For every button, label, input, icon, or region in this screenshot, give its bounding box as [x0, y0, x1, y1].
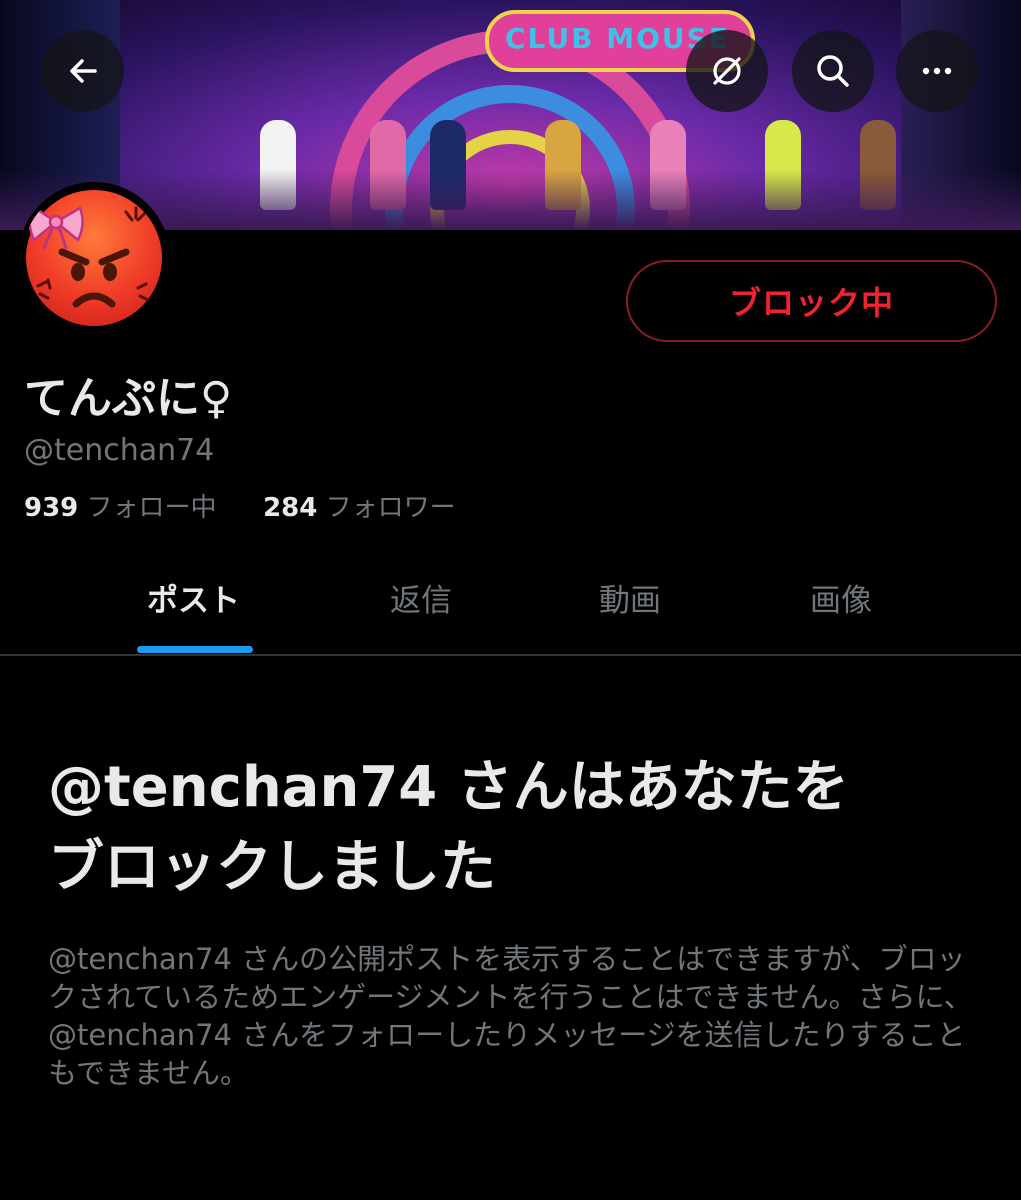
bow-icon: [26, 200, 86, 254]
back-button[interactable]: [42, 30, 124, 112]
grok-button[interactable]: [686, 30, 768, 112]
following-label: フォロー中: [86, 493, 217, 523]
more-button[interactable]: [896, 30, 978, 112]
followers-count: 284: [263, 493, 318, 523]
arrow-left-icon: [65, 53, 101, 89]
user-handle: @tenchan74: [24, 433, 215, 468]
display-name: てんぷに♀: [24, 373, 233, 424]
following-link[interactable]: 939 フォロー中: [24, 493, 225, 523]
blocked-notice-body: @tenchan74 さんの公開ポストを表示することはできますが、ブロックされて…: [48, 942, 973, 1090]
blocking-button[interactable]: ブロック中: [626, 260, 997, 342]
followers-link[interactable]: 284 フォロワー: [263, 493, 456, 523]
follow-counts: 939 フォロー中 284 フォロワー: [24, 487, 456, 524]
tab-replies[interactable]: 返信: [390, 575, 452, 620]
avatar[interactable]: [18, 182, 170, 334]
blocked-heading-line2: ブロックしました: [48, 835, 496, 900]
following-count: 939: [24, 493, 79, 523]
search-button[interactable]: [792, 30, 874, 112]
search-icon: [813, 51, 853, 91]
tab-posts[interactable]: ポスト: [147, 575, 240, 620]
more-horizontal-icon: [917, 51, 957, 91]
tab-videos[interactable]: 動画: [599, 575, 661, 620]
followers-label: フォロワー: [325, 493, 456, 523]
slashed-circle-icon: [707, 51, 747, 91]
tab-divider: [0, 654, 1021, 656]
tab-images[interactable]: 画像: [810, 575, 872, 620]
blocked-heading-line1: @tenchan74 さんはあなたを: [48, 755, 849, 820]
active-tab-indicator: [137, 646, 253, 653]
blocked-notice-heading: @tenchan74 さんはあなたを ブロックしました: [48, 748, 988, 908]
